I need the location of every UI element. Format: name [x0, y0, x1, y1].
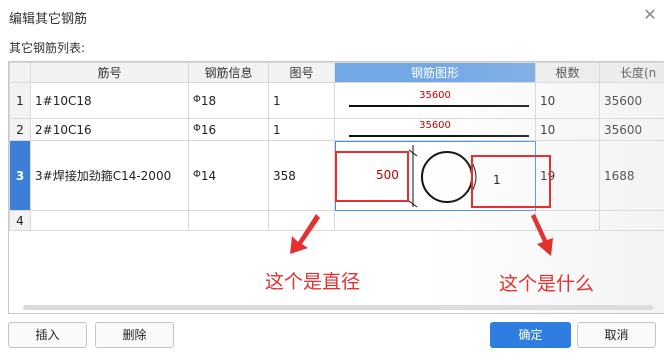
list-caption: 其它钢筋列表:	[9, 41, 86, 55]
rebar-grade-icon: Φ	[193, 122, 201, 134]
cell-length[interactable]	[599, 210, 664, 231]
cancel-button[interactable]: 取消	[577, 322, 656, 348]
cell-name[interactable]: 2#10C16	[30, 118, 189, 141]
cell-info[interactable]: Φ16	[188, 118, 269, 141]
annotation-arrow-right-icon	[531, 214, 553, 256]
cell-length[interactable]: 35600	[599, 82, 664, 119]
col-header-fig[interactable]: 图号	[268, 62, 335, 83]
row-number[interactable]: 2	[9, 118, 31, 141]
cell-length[interactable]: 35600	[599, 118, 664, 141]
col-header-name[interactable]: 筋号	[30, 62, 189, 83]
col-header-length[interactable]: 长度(n	[599, 62, 664, 83]
cell-fig[interactable]: 1	[268, 118, 335, 141]
cell-info[interactable]	[188, 210, 269, 231]
cell-name[interactable]: 1#10C18	[30, 82, 189, 119]
close-icon[interactable]: ✕	[640, 5, 660, 25]
title-bar: 编辑其它钢筋 ✕	[0, 0, 664, 32]
cell-fig[interactable]: 1	[268, 82, 335, 119]
cell-info-value: 16	[200, 122, 217, 137]
cell-info[interactable]: Φ18	[188, 82, 269, 119]
shape-bar-line	[349, 135, 529, 137]
rebar-grade-icon: Φ	[193, 93, 201, 105]
col-header-shape[interactable]: 钢筋图形	[334, 62, 536, 83]
row-number[interactable]: 3	[9, 140, 31, 211]
table-row[interactable]: 1 1#10C18 Φ18 1 35600 10 35600	[9, 82, 664, 119]
col-header-count[interactable]: 根数	[535, 62, 600, 83]
delete-button[interactable]: 删除	[95, 322, 174, 348]
shape-bar-line	[349, 105, 529, 107]
rebar-table: 筋号 钢筋信息 图号 钢筋图形 根数 长度(n 1 1#10C18 Φ18 1 …	[9, 62, 664, 231]
cell-count[interactable]: 10	[535, 82, 600, 119]
cell-info-value: 14	[200, 168, 217, 183]
row-number[interactable]: 1	[9, 82, 31, 119]
cell-shape[interactable]: 35600	[334, 118, 536, 141]
shape-length-label: 35600	[419, 120, 451, 131]
ok-button[interactable]: 确定	[490, 322, 571, 348]
cell-length[interactable]: 1688	[599, 140, 664, 211]
cell-name[interactable]	[30, 210, 189, 231]
cell-info[interactable]: Φ14	[188, 140, 269, 211]
row-number[interactable]: 4	[9, 210, 31, 231]
annotation-box-diameter	[335, 151, 409, 202]
cell-shape[interactable]	[334, 210, 536, 231]
shape-length-label: 35600	[419, 90, 451, 101]
table-row[interactable]: 2 2#10C16 Φ16 1 35600 10 35600	[9, 118, 664, 141]
cell-count[interactable]: 10	[535, 118, 600, 141]
annotation-question-label: 这个是什么	[499, 273, 595, 295]
horizontal-scrollbar[interactable]	[23, 305, 653, 310]
insert-button[interactable]: 插入	[8, 322, 87, 348]
cell-fig[interactable]: 358	[268, 140, 335, 211]
cell-info-value: 18	[200, 93, 217, 108]
edit-other-rebar-dialog: 编辑其它钢筋 ✕ 其它钢筋列表: 筋号 钢筋信息 图号 钢筋图形 根数 长度(n	[0, 0, 664, 361]
col-header-rownum	[9, 62, 31, 83]
rebar-grade-icon: Φ	[193, 168, 201, 180]
cell-name[interactable]: 3#焊接加劲箍C14-2000	[30, 140, 189, 211]
col-header-info[interactable]: 钢筋信息	[188, 62, 269, 83]
annotation-arrow-left-icon	[290, 214, 320, 254]
dialog-title: 编辑其它钢筋	[9, 12, 88, 27]
table-row[interactable]: 4	[9, 210, 664, 231]
table-header-row: 筋号 钢筋信息 图号 钢筋图形 根数 长度(n	[9, 62, 664, 83]
cell-shape[interactable]: 35600	[334, 82, 536, 119]
annotation-box-unknown	[471, 155, 551, 208]
annotation-diameter-label: 这个是直径	[265, 271, 361, 293]
